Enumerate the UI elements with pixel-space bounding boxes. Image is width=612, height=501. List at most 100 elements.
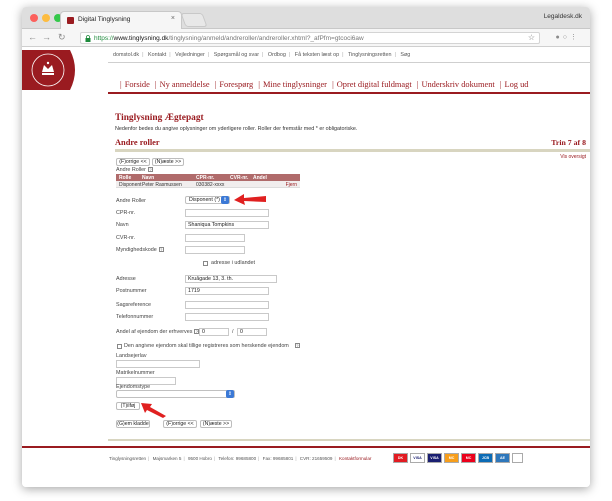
footer-red-line	[22, 446, 590, 448]
back-icon[interactable]: ←	[28, 32, 37, 42]
select-arrow-icon: ⇕	[226, 390, 234, 398]
andel-slash: /	[232, 329, 234, 335]
nav-opret-fuldmagt[interactable]: Opret digital fuldmagt	[337, 80, 412, 89]
navn-field[interactable]: Shaniqua Tompkins	[185, 221, 269, 229]
andre-roller-select-label: Andre Roller	[116, 198, 146, 204]
visa-icon: VISA	[410, 453, 425, 463]
tinglysningsretten-logo-icon[interactable]	[22, 50, 80, 90]
next-button-top[interactable]: (N)æste >>	[152, 158, 184, 166]
adresse-label: Adresse	[116, 276, 136, 282]
star-icon[interactable]: ☆	[528, 33, 535, 42]
andre-roller-heading: Andre Roller?	[116, 167, 153, 173]
close-window-button[interactable]	[30, 14, 38, 22]
tab-bar: Digital Tinglysning × Legaldesk.dk	[22, 7, 590, 29]
toplink-laes-op[interactable]: Få teksten læst op	[295, 52, 339, 58]
landsejerlav-label: Landsejerlav	[116, 353, 147, 359]
toplink-domstol[interactable]: domstol.dk	[113, 52, 139, 58]
address-bar: ← → ↻ https://www.tinglysning.dk/tinglys…	[22, 29, 590, 47]
kontaktformular-link[interactable]: Kontaktformular	[339, 456, 371, 461]
nav-forside[interactable]: Forside	[125, 80, 150, 89]
nav-foresporg[interactable]: Forespørg	[219, 80, 253, 89]
navn-label: Navn	[116, 222, 129, 228]
remove-link[interactable]: Fjern	[286, 182, 297, 188]
nav-mine-tinglysninger[interactable]: Mine tinglysninger	[263, 80, 327, 89]
favicon-icon	[67, 17, 74, 24]
close-tab-icon[interactable]: ×	[171, 15, 175, 22]
ejendomstype-select[interactable]: ⇕	[116, 390, 235, 398]
verified-icon	[512, 453, 523, 463]
herskende-checkbox[interactable]	[117, 344, 122, 349]
red-arrow-icon	[234, 194, 266, 205]
footer-info: Tinglysningsretten | Majsmarken 5 | 9500 H…	[109, 456, 372, 461]
gem-kladde-button[interactable]: (G)em kladde	[116, 420, 150, 428]
sagsreference-field[interactable]	[185, 301, 269, 309]
toplink-kontakt[interactable]: Kontakt	[148, 52, 166, 58]
footer-divider	[108, 439, 590, 441]
minimize-window-button[interactable]	[42, 14, 50, 22]
page: domstol.dk | Kontakt | Vejledninger | Spørg…	[22, 47, 590, 487]
section-divider	[115, 149, 590, 152]
red-arrow-icon	[141, 403, 166, 418]
step-indicator: Trin 7 af 8	[551, 138, 586, 147]
table-row: Disponent Peter Rasmussen 030382-xxxx Fj…	[116, 181, 300, 188]
sagsreference-label: Sagsreference	[116, 302, 152, 308]
help-icon[interactable]: ?	[294, 343, 300, 349]
nav-log-ud[interactable]: Log ud	[505, 80, 529, 89]
main-nav: | Forside | Ny anmeldelse | Forespørg | Mine…	[120, 80, 529, 89]
table-header: Rolle Navn CPR-nr. CVR-nr. Andel	[116, 174, 300, 181]
toplink-faq[interactable]: Spørgsmål og svar	[214, 52, 259, 58]
visa-electron-icon: VISA	[427, 453, 442, 463]
forward-icon[interactable]: →	[42, 32, 51, 42]
divider	[108, 62, 590, 63]
prev-button-top[interactable]: (F)orrige <<	[116, 158, 150, 166]
udland-checkbox[interactable]	[203, 261, 208, 266]
roles-table: Rolle Navn CPR-nr. CVR-nr. Andel Dispone…	[116, 174, 300, 188]
myndighedskode-field[interactable]	[185, 246, 245, 254]
select-arrow-icon: ⇕	[221, 196, 229, 204]
cpr-field[interactable]	[185, 209, 269, 217]
help-icon[interactable]: ?	[158, 247, 164, 253]
toplink-ordbog[interactable]: Ordbog	[268, 52, 286, 58]
cvr-label: CVR-nr.	[116, 235, 136, 241]
reload-icon[interactable]: ↻	[58, 32, 66, 42]
page-title: Tinglysning Ægtepagt	[115, 113, 204, 123]
browser-tab[interactable]: Digital Tinglysning ×	[60, 11, 182, 29]
mastercard-icon: MC	[444, 453, 459, 463]
new-tab-button[interactable]	[180, 13, 208, 27]
telefonnummer-field[interactable]	[185, 313, 269, 321]
adresse-field[interactable]: Kruågade 13, 3. th.	[185, 275, 277, 283]
landsejerlav-field[interactable]	[116, 360, 200, 368]
myndighedskode-label: Myndighedskode?	[116, 247, 164, 253]
cpr-label: CPR-nr.	[116, 210, 136, 216]
url-text: https://www.tinglysning.dk/tinglysning/a…	[94, 35, 364, 42]
nav-ny-anmeldelse[interactable]: Ny anmeldelse	[160, 80, 210, 89]
prev-button-bottom[interactable]: (F)orrige <<	[163, 420, 197, 428]
andre-roller-select[interactable]: Disponent (*) ⇕	[185, 196, 230, 204]
jcb-icon: JCB	[478, 453, 493, 463]
profile-name[interactable]: Legaldesk.dk	[544, 13, 582, 20]
telefonnummer-label: Telefonnummer	[116, 314, 154, 320]
andel-label: Andel af ejendom der erhverves?	[116, 329, 200, 335]
toplink-vejledninger[interactable]: Vejledninger	[175, 52, 205, 58]
browser-window: Digital Tinglysning × Legaldesk.dk ← → ↻…	[22, 7, 590, 487]
cvr-field[interactable]	[185, 234, 245, 242]
url-field[interactable]: https://www.tinglysning.dk/tinglysning/a…	[80, 32, 540, 44]
maestro-icon: MC	[461, 453, 476, 463]
toplink-tinglysningsretten[interactable]: Tinglysningsretten	[348, 52, 392, 58]
nav-underskriv[interactable]: Underskriv dokument	[421, 80, 494, 89]
section-title: Andre roller	[115, 138, 160, 147]
next-button-bottom[interactable]: (N)æste >>	[200, 420, 232, 428]
tilfoej-button[interactable]: (T)ilføj	[116, 402, 140, 410]
andel-numerator-field[interactable]: 0	[199, 328, 229, 336]
matrikelnummer-label: Matrikelnummer	[116, 370, 155, 376]
udland-label: adresse i udlandet	[211, 260, 256, 266]
help-icon[interactable]: ?	[147, 167, 153, 173]
postnummer-field[interactable]: 1719	[185, 287, 269, 295]
intro-text: Nedenfor bedes du angive oplysninger om …	[115, 126, 358, 132]
andel-denominator-field[interactable]: 0	[237, 328, 267, 336]
amex-icon: AE	[495, 453, 510, 463]
extension-icons[interactable]: ●○⋮	[556, 33, 580, 41]
vis-oversigt-link[interactable]: Vis oversigt	[560, 154, 586, 160]
postnummer-label: Postnummer	[116, 288, 147, 294]
toplink-soeg[interactable]: Søg	[400, 52, 410, 58]
